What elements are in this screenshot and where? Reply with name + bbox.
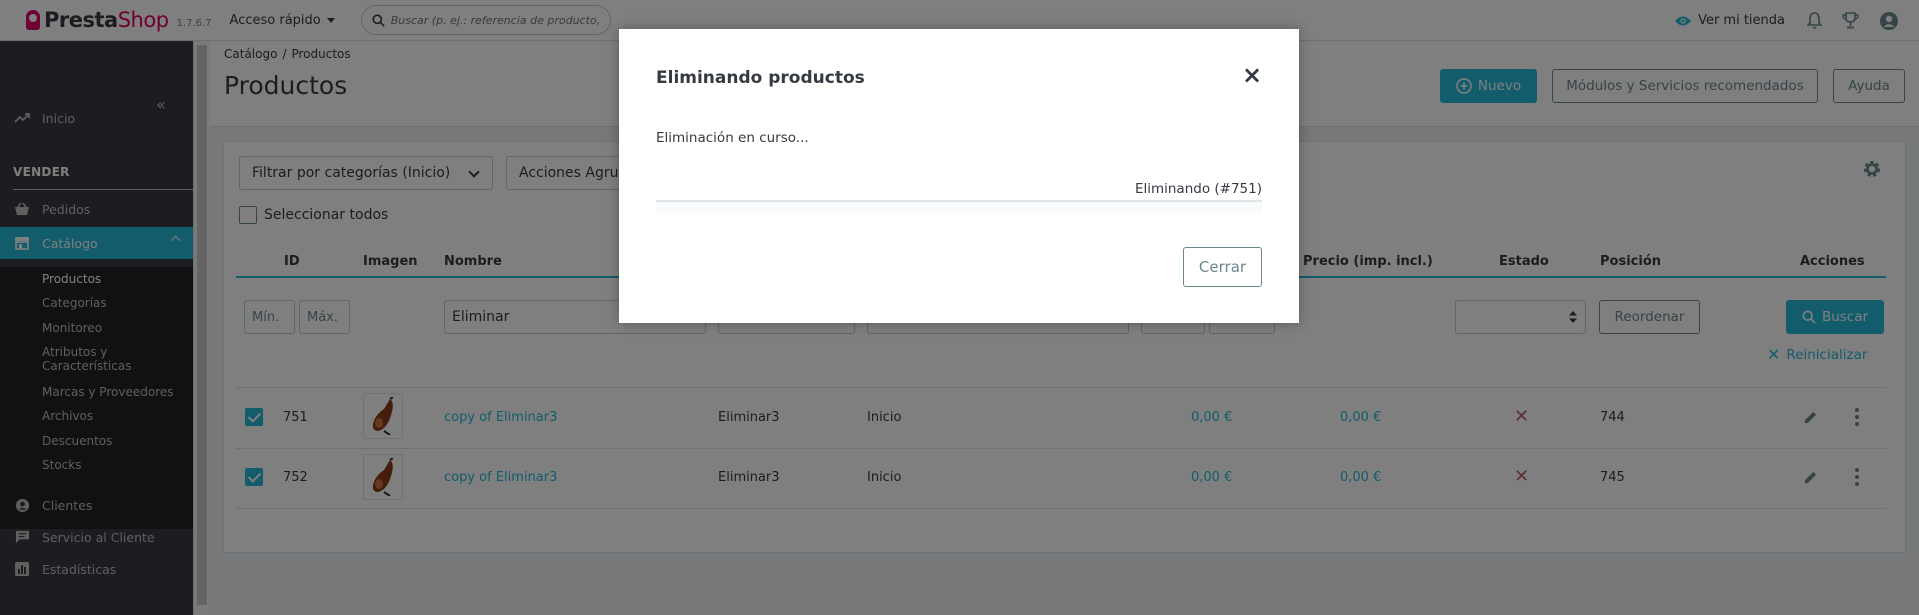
progress-label: Eliminando (#751) — [1134, 181, 1262, 197]
modal-close-icon[interactable]: × — [1242, 63, 1262, 87]
delete-products-modal: Eliminando productos × Eliminación en cu… — [619, 29, 1299, 323]
modal-title: Eliminando productos — [656, 68, 865, 88]
modal-message: Eliminación en curso... — [656, 130, 809, 146]
progress-bar — [656, 200, 1262, 214]
close-modal-button[interactable]: Cerrar — [1183, 247, 1262, 287]
